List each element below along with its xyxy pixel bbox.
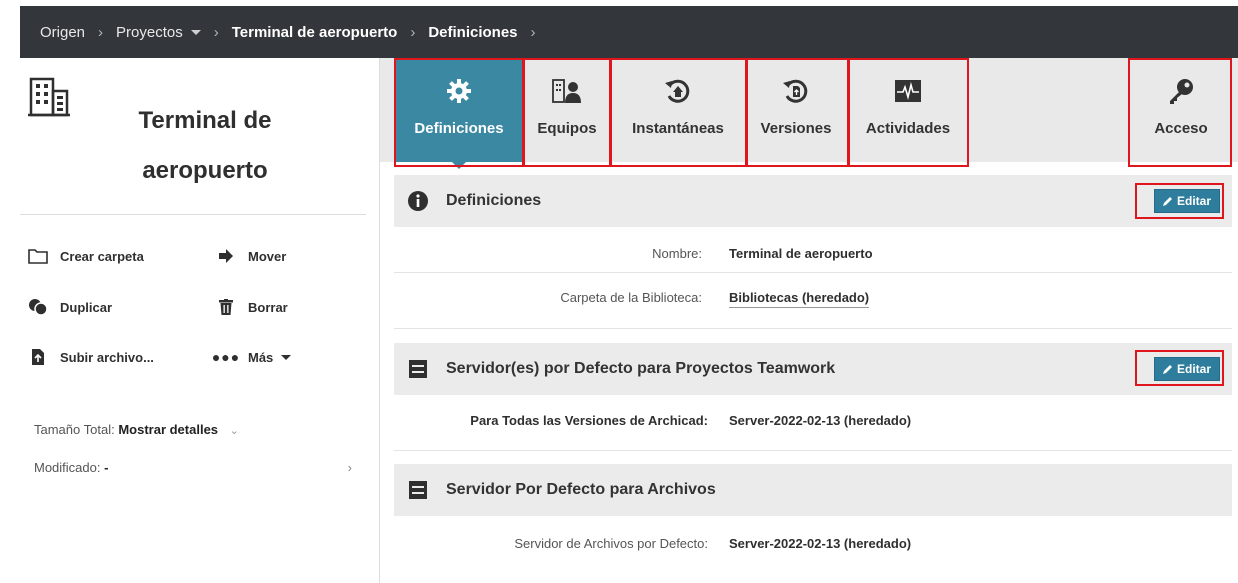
divider [394, 328, 1232, 329]
activity-icon [894, 76, 922, 106]
create-folder-button[interactable]: Crear carpeta [28, 247, 144, 265]
breadcrumb-projects-label: Proyectos [116, 23, 183, 41]
upload-file-label: Subir archivo... [60, 349, 154, 365]
tab-teams-label: Equipos [537, 120, 597, 137]
definitions-section-header: Definiciones Editar [394, 175, 1232, 227]
name-label: Nombre: [652, 246, 702, 261]
tab-teams[interactable]: Equipos [525, 58, 609, 162]
project-title-line2: aeropuerto [142, 157, 268, 184]
chevron-right-icon: › [98, 23, 104, 41]
tab-access-label: Acceso [1154, 120, 1208, 137]
upload-file-button[interactable]: Subir archivo... [28, 348, 154, 366]
delete-button[interactable]: Borrar [216, 298, 288, 316]
move-label: Mover [248, 248, 287, 264]
versions-icon [782, 76, 810, 106]
project-title: Terminal de aeropuerto [20, 96, 360, 196]
chevron-down-icon [281, 354, 292, 360]
tab-activities[interactable]: Actividades [850, 58, 966, 162]
server-icon [408, 480, 428, 500]
project-sidebar: Terminal de aeropuerto Crear carpeta Mov… [20, 58, 380, 583]
server-icon [408, 359, 428, 379]
all-versions-value: Server-2022-02-13 (heredado) [729, 413, 912, 428]
modified-label: Modificado: [34, 460, 101, 475]
chevron-down-icon [190, 30, 201, 36]
key-icon [1167, 76, 1195, 106]
all-versions-label: Para Todas las Versiones de Archicad: [470, 413, 708, 428]
chevron-right-icon: › [410, 23, 416, 41]
modified[interactable]: Modificado: - › [34, 460, 352, 475]
file-server-label: Servidor de Archivos por Defecto: [514, 536, 708, 551]
tab-snapshots-label: Instantáneas [632, 120, 724, 137]
breadcrumb-project[interactable]: Terminal de aeropuerto [232, 24, 398, 41]
files-section-title: Servidor Por Defecto para Archivos [446, 481, 716, 498]
edit-definitions-label: Editar [1176, 194, 1211, 208]
file-server-value: Server-2022-02-13 (heredado) [729, 536, 912, 551]
edit-definitions-button[interactable]: Editar [1153, 189, 1220, 213]
library-folder-label: Carpeta de la Biblioteca: [560, 290, 702, 305]
folder-icon [28, 247, 48, 265]
tab-bar: Definiciones Equipos Instantáneas Versio… [380, 58, 1238, 169]
files-section-header: Servidor Por Defecto para Archivos [394, 464, 1232, 516]
breadcrumb-current: Definiciones [428, 23, 518, 41]
duplicate-label: Duplicar [60, 299, 113, 315]
info-icon [408, 191, 428, 211]
more-label: Más [248, 349, 274, 365]
chevron-right-icon: › [347, 460, 352, 475]
snapshot-icon [664, 76, 692, 106]
more-button[interactable]: ●●● Más [211, 348, 292, 366]
total-size[interactable]: Tamaño Total: Mostrar detalles ⌄ [34, 422, 239, 437]
total-size-value: Mostrar detalles [118, 422, 219, 437]
divider [394, 272, 1232, 273]
edit-teamwork-button[interactable]: Editar [1153, 357, 1220, 381]
pencil-icon [1162, 197, 1172, 206]
chevron-right-icon: › [530, 23, 536, 41]
divider [394, 450, 1232, 451]
breadcrumb: Origen › Proyectos › Terminal de aeropue… [20, 6, 1238, 58]
tab-activities-label: Actividades [865, 120, 951, 137]
breadcrumb-origin[interactable]: Origen [40, 24, 85, 41]
project-title-line1: Terminal de [138, 107, 272, 134]
definitions-section-title: Definiciones [446, 192, 542, 209]
duplicate-icon [28, 298, 48, 316]
duplicate-button[interactable]: Duplicar [28, 298, 112, 316]
tab-versions[interactable]: Versiones [746, 58, 846, 162]
chevron-down-icon: ⌄ [229, 425, 239, 437]
upload-icon [28, 348, 48, 366]
library-folder-value[interactable]: Bibliotecas (heredado) [729, 290, 870, 308]
divider [20, 214, 366, 215]
move-button[interactable]: Mover [216, 247, 286, 265]
team-icon [552, 76, 582, 106]
name-value: Terminal de aeropuerto [729, 246, 873, 261]
teamwork-section-header: Servidor(es) por Defecto para Proyectos … [394, 343, 1232, 395]
ellipsis-icon: ●●● [211, 349, 241, 365]
pencil-icon [1162, 365, 1172, 374]
tab-access[interactable]: Acceso [1132, 58, 1230, 162]
tab-snapshots[interactable]: Instantáneas [613, 58, 743, 162]
tab-definitions-label: Definiciones [414, 120, 504, 137]
tab-definitions[interactable]: Definiciones [395, 58, 523, 169]
teamwork-section-title: Servidor(es) por Defecto para Proyectos … [446, 360, 836, 377]
tab-versions-label: Versiones [760, 120, 832, 137]
trash-icon [216, 298, 236, 316]
arrow-right-icon [216, 247, 236, 265]
delete-label: Borrar [248, 299, 288, 315]
create-folder-label: Crear carpeta [60, 248, 144, 264]
breadcrumb-projects[interactable]: Proyectos [116, 24, 201, 41]
modified-value: - [104, 460, 109, 475]
total-size-label: Tamaño Total: [34, 422, 115, 437]
chevron-right-icon: › [213, 23, 219, 41]
edit-teamwork-label: Editar [1176, 362, 1211, 376]
gear-icon [446, 76, 472, 106]
